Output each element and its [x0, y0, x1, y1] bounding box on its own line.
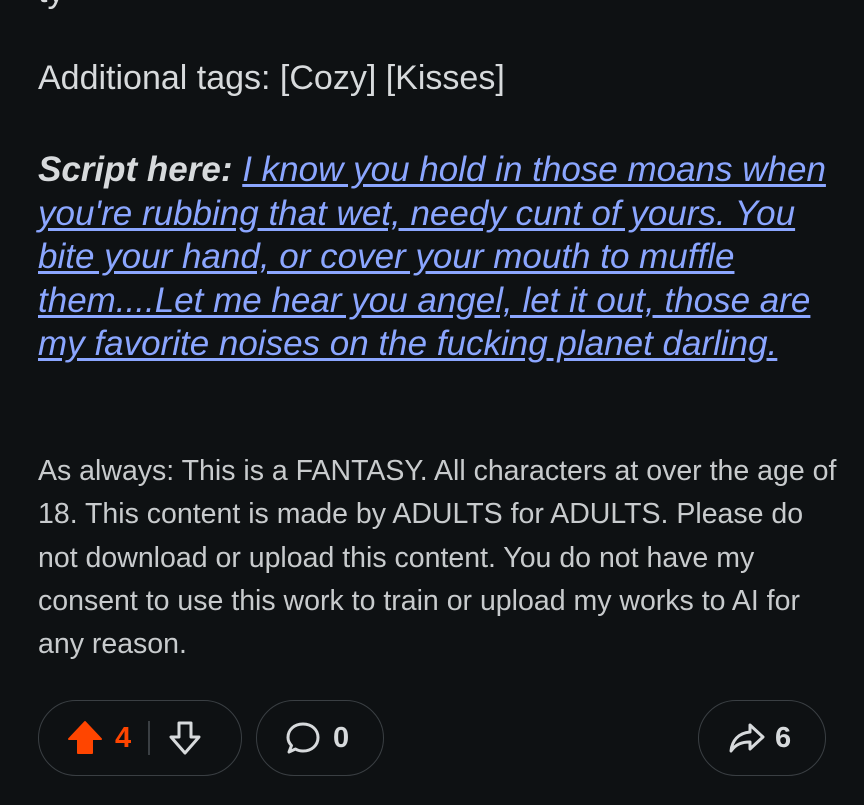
truncated-text-line: ty — [38, 0, 64, 11]
share-arrow-icon — [727, 718, 767, 758]
script-label: Script here: — [38, 150, 233, 189]
share-count: 6 — [775, 721, 792, 754]
additional-tags-line: Additional tags: [Cozy] [Kisses] — [38, 59, 505, 97]
speech-bubble-icon — [283, 718, 323, 758]
vote-divider — [148, 721, 150, 755]
post-action-bar: 4 0 6 — [38, 700, 826, 778]
disclaimer-paragraph: As always: This is a FANTASY. All charac… — [38, 455, 837, 661]
script-paragraph: Script here: I know you hold in those mo… — [38, 148, 838, 366]
comment-count: 0 — [333, 721, 350, 754]
upvote-count: 4 — [115, 721, 132, 754]
vote-control: 4 — [38, 700, 242, 776]
downvote-icon[interactable] — [165, 718, 205, 758]
comments-button[interactable]: 0 — [256, 700, 384, 776]
upvote-icon[interactable] — [65, 718, 105, 758]
share-button[interactable]: 6 — [698, 700, 826, 776]
